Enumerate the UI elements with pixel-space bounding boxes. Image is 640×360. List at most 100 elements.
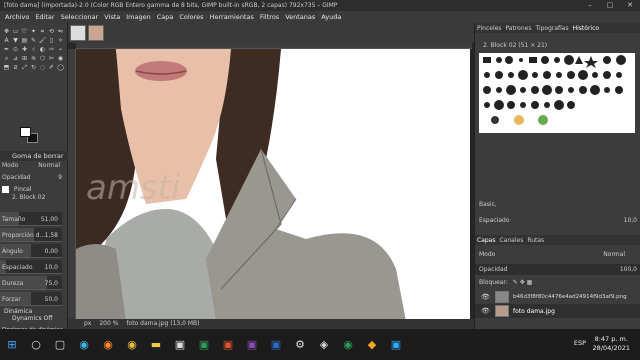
pencil-icon[interactable]: ✎ (29, 36, 38, 45)
menu-archivo[interactable]: Archivo (2, 13, 32, 21)
scale-icon[interactable]: ⤢ (20, 63, 29, 72)
menu-seleccionar[interactable]: Seleccionar (58, 13, 102, 21)
crop-icon[interactable]: ⌗ (38, 27, 47, 36)
menu-editar[interactable]: Editar (32, 13, 57, 21)
hardness-slider[interactable]: Dureza 75,0 (0, 276, 62, 290)
perspective-icon[interactable]: ⬒ (2, 63, 11, 72)
store-icon[interactable]: ▣ (168, 329, 192, 360)
menu-filtros[interactable]: Filtros (257, 13, 282, 21)
clone-icon[interactable]: ⊙ (11, 45, 20, 54)
unit-select[interactable]: px (84, 319, 91, 329)
fuzzy-select-icon[interactable]: ✦ (29, 27, 38, 36)
zoom-select[interactable]: 200 % (99, 319, 118, 329)
gimp-icon[interactable]: ◈ (312, 329, 336, 360)
search-icon[interactable]: ○ (24, 329, 48, 360)
image-canvas[interactable]: amsti (76, 49, 470, 321)
angle-slider[interactable]: Ángulo 0,00 (0, 244, 62, 258)
color-swatches[interactable] (20, 127, 40, 145)
onenote-icon[interactable]: ▣ (240, 329, 264, 360)
image-tab-2[interactable] (88, 25, 104, 41)
mode-value[interactable]: Normal (38, 161, 60, 171)
ink-icon[interactable]: ✒ (2, 45, 11, 54)
menu-capa[interactable]: Capa (154, 13, 177, 21)
measure-icon[interactable]: ⊿ (11, 54, 20, 63)
size-slider[interactable]: Tamaño 51,00 (0, 212, 62, 226)
align-icon[interactable]: ⊞ (20, 54, 29, 63)
preset-value[interactable]: Basic, (479, 201, 497, 208)
task-view-icon[interactable]: ▢ (48, 329, 72, 360)
rect-select-icon[interactable]: ▭ (11, 27, 20, 36)
airbrush-icon[interactable]: ✧ (56, 36, 65, 45)
scissors-icon[interactable]: ✂ (47, 54, 56, 63)
edge-icon[interactable]: ◉ (72, 329, 96, 360)
minimize-button[interactable]: – (580, 0, 600, 11)
powerpoint-icon[interactable]: ▣ (216, 329, 240, 360)
word-icon[interactable]: ▣ (264, 329, 288, 360)
move-tool-icon[interactable]: ✥ (2, 27, 11, 36)
opacity-value[interactable]: 9 (58, 173, 62, 183)
menu-vista[interactable]: Vista (101, 13, 123, 21)
spacing-row[interactable]: Espaciado 10,0 (475, 215, 640, 226)
path-icon[interactable]: ✑ (47, 45, 56, 54)
tab-capas[interactable]: Capas (477, 237, 495, 244)
windows-start-icon[interactable]: ⊞ (0, 329, 24, 360)
heal-icon[interactable]: ✚ (20, 45, 29, 54)
visibility-eye-icon[interactable]: 👁 (481, 307, 491, 315)
lock-alpha-icon[interactable]: ▦ (527, 279, 533, 286)
settings-icon[interactable]: ⚙ (288, 329, 312, 360)
rotate-icon[interactable]: ↻ (29, 63, 38, 72)
menu-herramientas[interactable]: Herramientas (207, 13, 257, 21)
layer-mode-value[interactable]: Normal (603, 249, 625, 260)
mypaint-icon[interactable]: ✐ (47, 63, 56, 72)
tab-patrones[interactable]: Patrones (505, 25, 531, 32)
brush-row[interactable]: Pincel 2. Block 02 (0, 185, 68, 203)
tab-tipografias[interactable]: Tipografías (535, 25, 568, 32)
flip-icon[interactable]: ⇋ (56, 27, 65, 36)
app-icon[interactable]: ◉ (336, 329, 360, 360)
layer-opacity-row[interactable]: Opacidad 100,0 (475, 264, 640, 275)
menu-ayuda[interactable]: Ayuda (318, 13, 344, 21)
brush-value[interactable]: 2. Block 02 (12, 193, 45, 203)
smudge-icon[interactable]: ☝ (29, 45, 38, 54)
transform-icon[interactable]: ⟲ (47, 27, 56, 36)
paint-bucket-icon[interactable]: ▼ (11, 36, 20, 45)
spacing-slider[interactable]: Espaciado 10,0 (0, 260, 62, 274)
warp-icon[interactable]: ≋ (29, 54, 38, 63)
clock[interactable]: 8:47 p. m. 28/04/2021 (593, 335, 630, 353)
aspect-slider[interactable]: Proporción d... 1,58 (0, 228, 62, 242)
dodge-icon[interactable]: ◐ (38, 45, 47, 54)
excel-icon[interactable]: ▣ (192, 329, 216, 360)
lock-pixels-icon[interactable]: ✎ (513, 279, 518, 286)
dynamics-block[interactable]: Dinámica Dynamics Off (4, 308, 64, 322)
tab-canales[interactable]: Canales (499, 237, 523, 244)
mode-row[interactable]: Modo Normal (0, 161, 68, 171)
eraser-icon[interactable]: ▯ (47, 36, 56, 45)
menu-colores[interactable]: Colores (176, 13, 206, 21)
layer-item[interactable]: 👁 foto dama.jpg (475, 304, 640, 318)
layer-item[interactable]: 👁 b46d3f8f80c4476e4ad24914f9d3af9.png (475, 290, 640, 304)
tab-historico[interactable]: Histórico (573, 25, 599, 32)
firefox-icon[interactable]: ◉ (96, 329, 120, 360)
cage-icon[interactable]: ⬡ (38, 54, 47, 63)
menu-ventanas[interactable]: Ventanas (282, 13, 318, 21)
maximize-button[interactable]: ▢ (600, 0, 620, 11)
tab-rutas[interactable]: Rutas (527, 237, 544, 244)
layer-opacity-value[interactable]: 100,0 (620, 264, 637, 275)
chrome-icon[interactable]: ◉ (120, 329, 144, 360)
dock-spacing-value[interactable]: 10,0 (624, 215, 637, 226)
force-slider[interactable]: Forzar 50,0 (0, 292, 62, 306)
blur-icon[interactable]: ◌ (38, 63, 47, 72)
close-button[interactable]: ✕ (620, 0, 640, 11)
gradient-icon[interactable]: ▤ (20, 36, 29, 45)
opacity-row[interactable]: Opacidad 9 (0, 173, 68, 183)
shear-icon[interactable]: ⧄ (11, 63, 20, 72)
visibility-eye-icon[interactable]: 👁 (481, 293, 491, 301)
foreground-color[interactable] (20, 127, 31, 137)
preset-row[interactable]: Basic, (475, 199, 640, 210)
menu-imagen[interactable]: Imagen (123, 13, 153, 21)
folder-icon[interactable]: ▬ (144, 329, 168, 360)
ai-icon[interactable]: ◆ (360, 329, 384, 360)
color-picker-icon[interactable]: ⌁ (56, 45, 65, 54)
dynamics-value[interactable]: Dynamics Off (4, 315, 64, 322)
foreground-select-icon[interactable]: ◉ (56, 54, 65, 63)
